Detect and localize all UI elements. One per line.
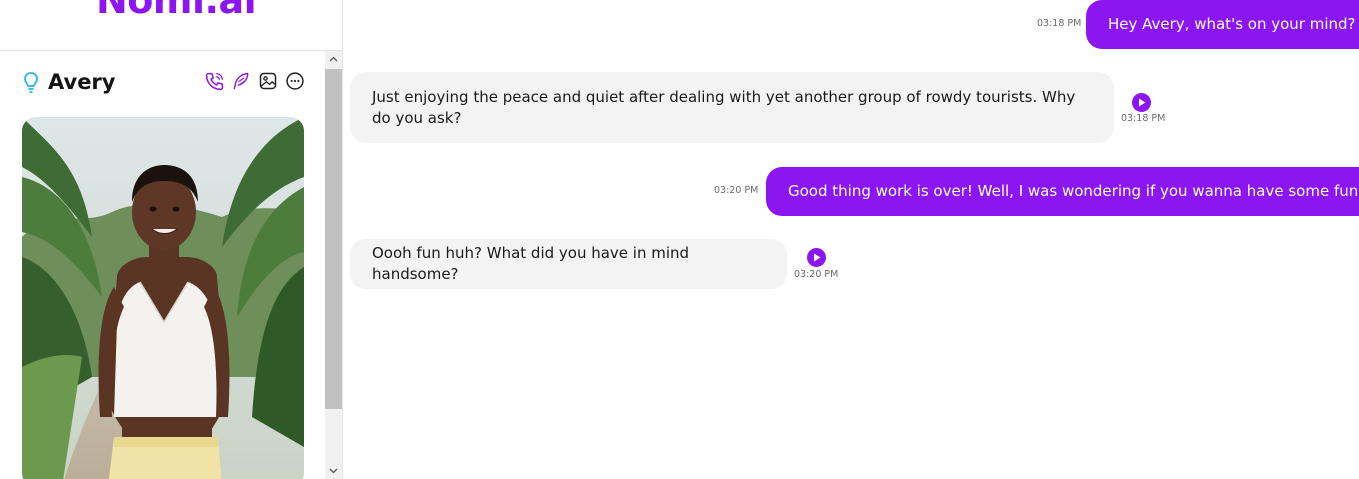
message-timestamp: 03:18 PM [1121,113,1166,124]
sidebar-scrollbar[interactable] [325,51,342,479]
user-message: Hey Avery, what's on your mind? [1086,0,1359,49]
profile-header: Avery [0,51,324,111]
image-icon[interactable] [257,70,279,92]
scrollbar-thumb[interactable] [325,69,342,409]
play-audio-icon[interactable] [1132,93,1151,112]
message-timestamp: 03:20 PM [794,269,839,280]
message-timestamp: 03:20 PM [714,185,759,196]
ai-message: Oooh fun huh? What did you have in mind … [350,239,787,289]
more-icon[interactable] [284,70,306,92]
feather-icon[interactable] [230,70,252,92]
scroll-up-arrow-icon[interactable] [325,51,342,67]
app-logo[interactable]: Nomi.ai [96,0,257,22]
message-timestamp: 03:18 PM [1037,18,1082,29]
chat-area: 03:18 PM Hey Avery, what's on your mind?… [343,0,1359,479]
phone-icon[interactable] [203,70,225,92]
companion-name: Avery [48,70,116,94]
scroll-down-arrow-icon[interactable] [325,463,342,479]
companion-portrait[interactable] [22,117,304,479]
play-audio-icon[interactable] [807,248,826,267]
ai-message: Just enjoying the peace and quiet after … [350,72,1114,143]
user-message: Good thing work is over! Well, I was won… [766,167,1359,216]
sidebar: Nomi.ai Avery [0,0,343,479]
header-actions [203,70,306,92]
lightbulb-icon[interactable] [23,71,39,95]
